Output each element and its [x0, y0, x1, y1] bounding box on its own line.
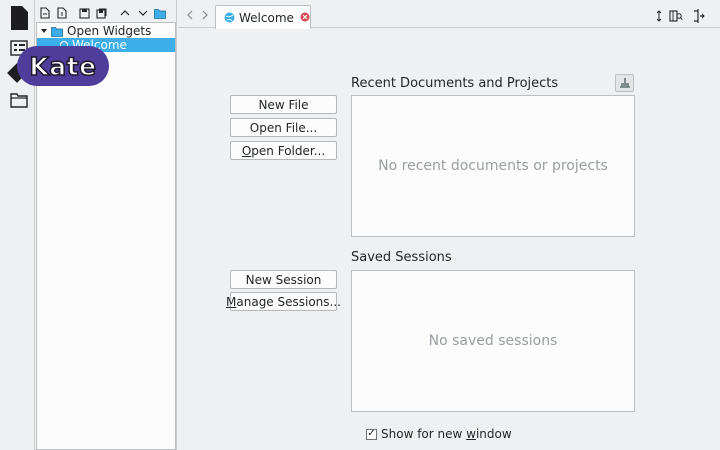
recent-empty-message: No recent documents or projects [378, 158, 608, 174]
tree-item-label: Open Widgets [67, 24, 152, 38]
split-view-button[interactable] [692, 9, 706, 23]
save-all-icon [95, 8, 106, 19]
saved-sessions-list[interactable]: No saved sessions [351, 270, 635, 412]
folder-icon [154, 8, 166, 19]
chevron-left-icon [186, 10, 192, 20]
open-folder-button[interactable]: Open Folder... [230, 141, 337, 160]
close-icon [300, 12, 310, 21]
folder-icon [51, 26, 63, 37]
documents-panel-toolbar [35, 4, 177, 22]
recent-documents-list[interactable]: No recent documents or projects [351, 95, 635, 237]
tab-label: Welcome [239, 10, 294, 25]
filesystem-tool-button[interactable] [9, 90, 29, 110]
split-arrows-icon [656, 10, 662, 22]
chevron-right-icon [202, 10, 208, 20]
show-for-new-window-option[interactable]: ✓ Show for new w indow [366, 427, 512, 441]
document-icon [11, 6, 28, 30]
previous-document-button[interactable] [119, 7, 131, 19]
quick-open-button[interactable] [669, 9, 683, 23]
quick-open-icon [669, 10, 683, 22]
split-view-menu-button[interactable] [652, 9, 666, 23]
new-document-button[interactable] [39, 7, 51, 19]
mnemonic: w [466, 427, 476, 441]
close-tab-button[interactable] [300, 11, 310, 25]
clear-icon [619, 78, 630, 88]
saved-sessions-title: Saved Sessions [351, 250, 452, 265]
folder-outline-icon [10, 93, 28, 108]
back-button[interactable] [184, 9, 194, 21]
sessions-empty-message: No saved sessions [428, 333, 558, 349]
new-session-button[interactable]: New Session [230, 270, 337, 289]
checkbox-label-suffix: indow [475, 427, 512, 441]
recent-documents-title: Recent Documents and Projects [351, 76, 559, 91]
manage-sessions-button[interactable]: Manage Sessions... [226, 292, 341, 311]
show-for-new-window-checkbox[interactable]: ✓ [366, 428, 377, 440]
tree-item-open-widgets[interactable]: Open Widgets [37, 24, 175, 38]
expand-arrow-icon [41, 29, 47, 33]
welcome-view: Recent Documents and Projects New File O… [178, 28, 720, 450]
globe-icon [224, 12, 235, 23]
kate-logo: Kate [17, 46, 109, 86]
documents-tool-button[interactable] [5, 3, 33, 33]
check-mark-icon: ✓ [367, 428, 376, 439]
checkbox-label-prefix: Show for new [381, 427, 467, 441]
save-button[interactable] [78, 7, 90, 19]
button-label: anage Sessions... [236, 294, 341, 309]
split-view-icon [694, 9, 705, 23]
chevron-down-icon [138, 10, 148, 16]
save-icon [78, 7, 90, 19]
tab-bar: Welcome [178, 0, 720, 29]
next-document-button[interactable] [137, 7, 149, 19]
save-all-button[interactable] [95, 7, 107, 19]
show-folder-button[interactable] [154, 7, 166, 19]
button-label: pen Folder... [251, 143, 326, 158]
mnemonic: O [241, 143, 252, 158]
open-file-button[interactable]: Open File... [230, 118, 337, 137]
open-document-button[interactable] [56, 7, 68, 19]
tab-welcome[interactable]: Welcome [215, 5, 311, 29]
new-file-button[interactable]: New File [230, 95, 337, 114]
clear-recent-button[interactable] [615, 74, 634, 92]
forward-button[interactable] [200, 9, 210, 21]
kate-logo-text: Kate [29, 51, 97, 82]
open-file-icon [57, 7, 67, 19]
new-file-icon [40, 7, 50, 19]
mnemonic: M [226, 294, 237, 309]
chevron-up-icon [120, 10, 130, 16]
documents-tree: Open Widgets Welcome [36, 22, 176, 450]
